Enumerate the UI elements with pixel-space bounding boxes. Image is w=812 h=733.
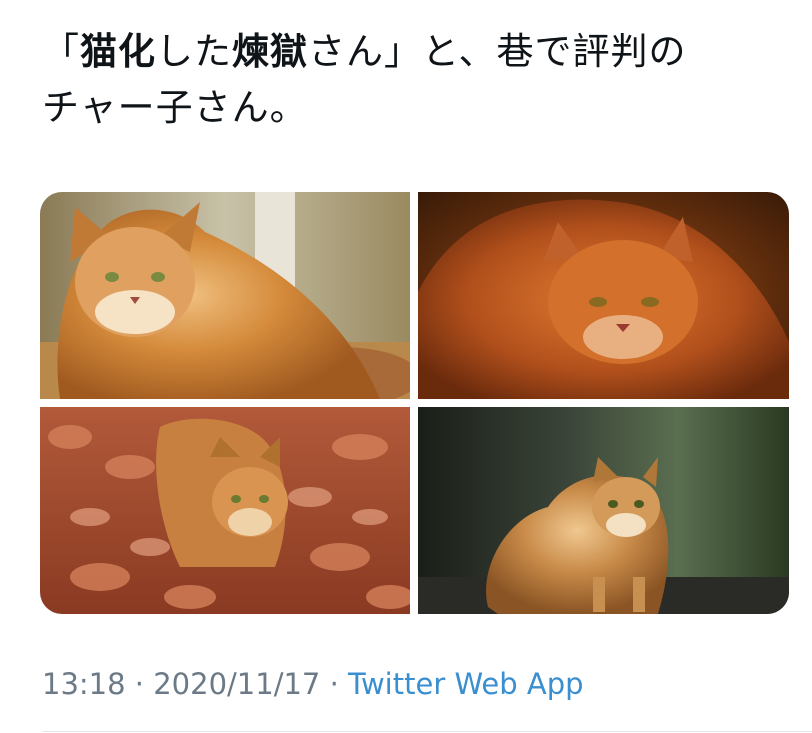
photo-cat-walking[interactable] — [418, 407, 789, 614]
tweet-time[interactable]: 13:18 — [42, 667, 126, 701]
photo-cat-walking-image — [418, 407, 789, 614]
tweet-source-link[interactable]: Twitter Web App — [348, 667, 584, 701]
tweet-text-seg-3: 煉獄 — [232, 30, 308, 73]
media-grid — [40, 192, 789, 614]
photo-cat-closeup-image — [418, 192, 789, 399]
tweet-text-seg-5: チャー子さん。 — [42, 86, 308, 129]
tweet-meta: 13:18 · 2020/11/17 · Twitter Web App — [42, 662, 584, 706]
tweet-text-seg-1: 猫化 — [80, 30, 156, 73]
photo-cat-leaves[interactable] — [40, 407, 410, 614]
divider — [42, 731, 812, 732]
tweet-date[interactable]: 2020/11/17 — [153, 667, 320, 701]
tweet-text-seg-2: した — [156, 30, 232, 73]
photo-cat-sitting-image — [40, 192, 410, 399]
photo-cat-closeup[interactable] — [418, 192, 789, 399]
photo-cat-leaves-image — [40, 407, 410, 614]
meta-separator: · — [125, 667, 154, 701]
photo-cat-sitting[interactable] — [40, 192, 410, 399]
meta-separator: · — [320, 667, 349, 701]
tweet-text-seg-4: さん」と、巷で評判の — [308, 30, 687, 73]
tweet-text-seg-0: 「 — [42, 30, 80, 73]
tweet-text: 「猫化した煉獄さん」と、巷で評判の チャー子さん。 — [42, 24, 802, 136]
